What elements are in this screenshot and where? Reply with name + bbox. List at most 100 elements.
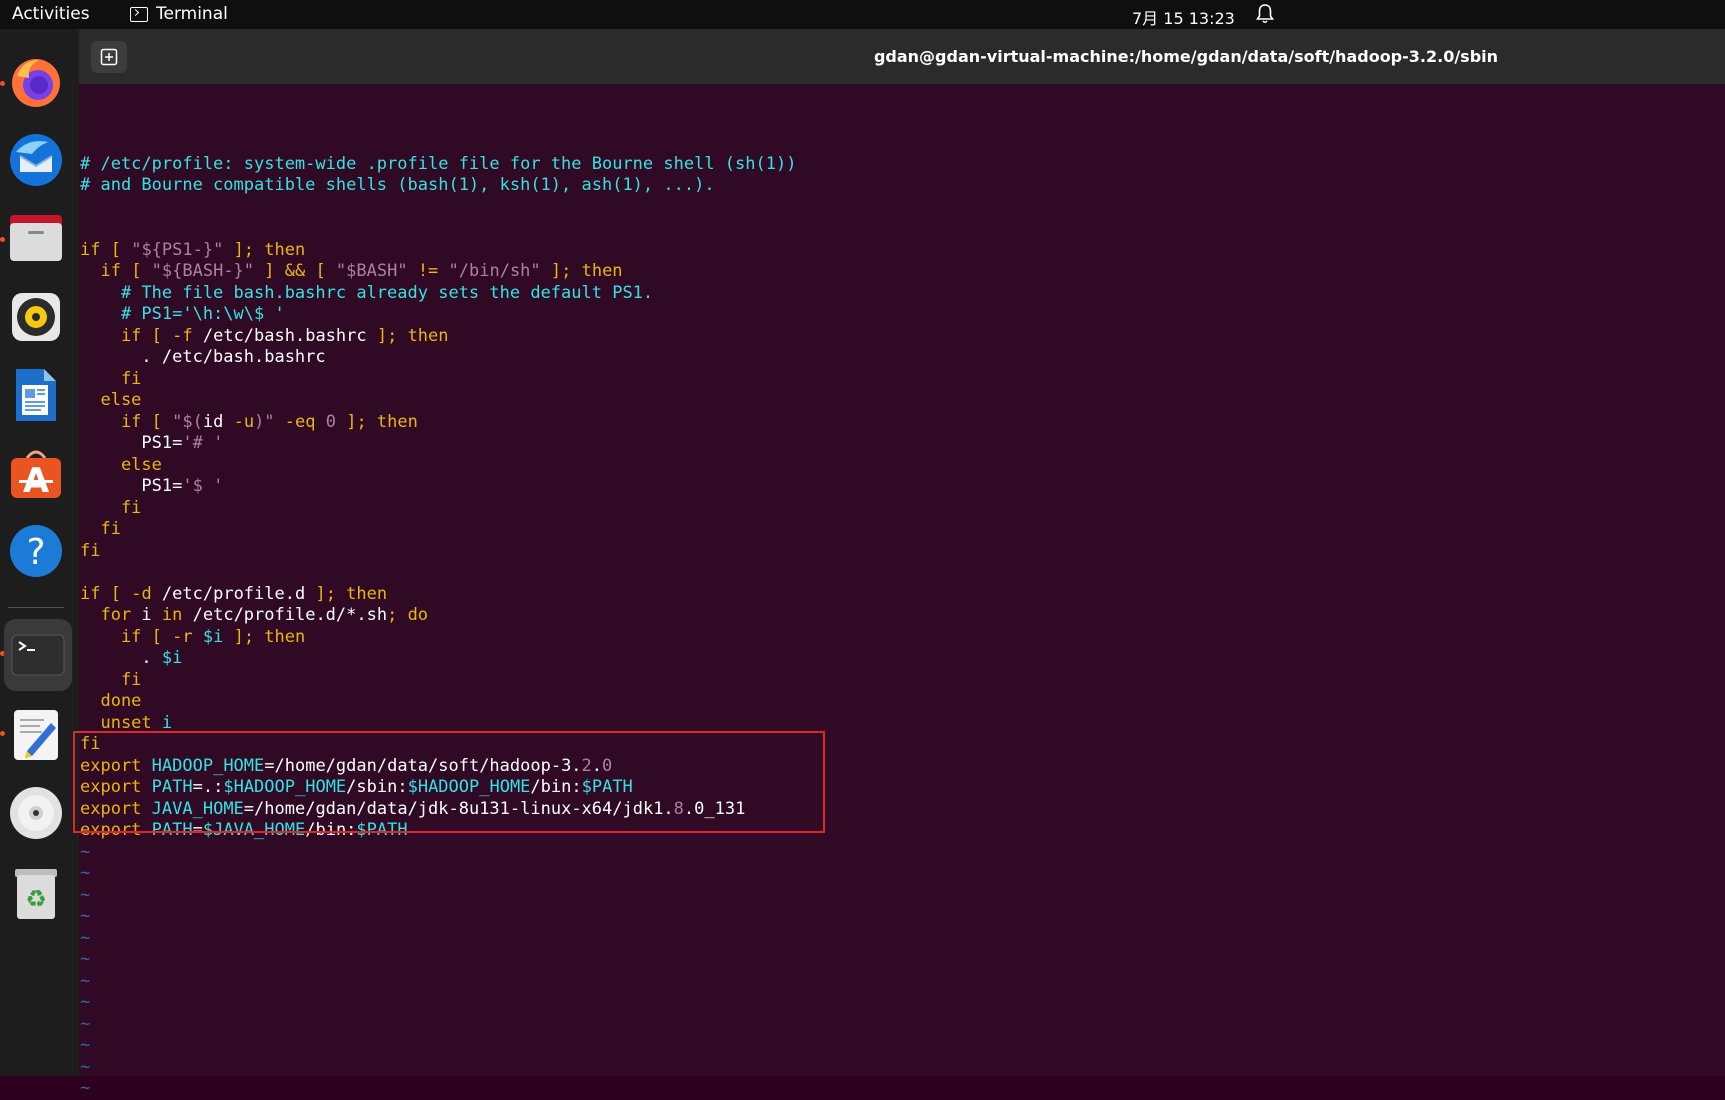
line-token: if	[80, 325, 142, 346]
line-token: export	[80, 798, 142, 819]
line-token: fi	[80, 669, 142, 690]
file-line: ~	[80, 906, 1720, 928]
file-line: ~	[80, 1078, 1720, 1100]
line-token: fi	[80, 734, 101, 754]
line-token: "$(	[172, 411, 203, 432]
line-token: [	[141, 626, 173, 647]
line-token: if	[80, 583, 101, 604]
line-token: else	[80, 454, 162, 475]
music-icon	[12, 293, 60, 341]
file-line: ~	[80, 992, 1720, 1014]
file-line: PS1='# '	[80, 433, 1720, 455]
line-token: )"	[254, 411, 275, 432]
file-line: ~	[80, 928, 1720, 950]
line-token: # The file bash.bashrc already sets the …	[80, 282, 654, 303]
file-line: # and Bourne compatible shells (bash(1),…	[80, 175, 1720, 197]
file-line: export HADOOP_HOME=/home/gdan/data/soft/…	[80, 756, 1720, 778]
dock-item-terminal[interactable]	[4, 619, 72, 691]
line-token: ]; then	[223, 239, 306, 260]
top-bar: Activities Terminal 7月 15 13:23	[0, 0, 1725, 29]
line-token: [	[100, 583, 132, 604]
line-token: $JAVA_HOME	[202, 820, 306, 840]
file-line: if [ "${BASH-}" ] && [ "$BASH" != "/bin/…	[80, 261, 1720, 283]
line-token: JAVA_HOME	[151, 798, 244, 819]
line-token: unset	[80, 712, 152, 733]
file-line: if [ "$(id -u)" -eq 0 ]; then	[80, 412, 1720, 434]
dock-item-thunderbird[interactable]	[8, 132, 64, 188]
line-token: $HADOOP_HOME	[223, 777, 347, 797]
line-token: 8	[673, 798, 684, 819]
line-token: $HADOOP_HOME	[407, 777, 531, 797]
dock-item-files[interactable]	[8, 210, 64, 266]
file-line: fi	[80, 498, 1720, 520]
dock-item-text-editor[interactable]	[8, 707, 64, 763]
line-token: . /etc/bash.bashrc	[80, 347, 326, 367]
line-token	[141, 820, 151, 840]
dock-item-dvd[interactable]	[8, 785, 64, 841]
firefox-icon	[12, 59, 60, 107]
file-line: fi	[80, 369, 1720, 391]
clock[interactable]: 7月 15 13:23	[1132, 5, 1235, 29]
line-token: =/home/gdan/data/jdk-8u131-linux-x64/jdk…	[243, 798, 674, 819]
line-token: $PATH	[356, 820, 408, 840]
line-token: ~	[80, 927, 91, 948]
document-icon	[16, 369, 56, 421]
line-token: HADOOP_HOME	[151, 755, 265, 776]
file-line: # The file bash.bashrc already sets the …	[80, 283, 1720, 305]
editor-icon	[14, 710, 58, 760]
line-token: "$BASH"	[335, 261, 408, 281]
file-line: ~	[80, 885, 1720, 907]
line-token: "${PS1-}"	[131, 239, 224, 260]
line-token: 0	[602, 755, 613, 776]
dock-item-firefox[interactable]	[8, 55, 64, 111]
line-token: .	[591, 755, 603, 776]
svg-text:♻: ♻	[25, 885, 47, 913]
line-token: i	[131, 605, 162, 625]
help-icon: ?	[10, 525, 62, 577]
line-token: export	[80, 777, 142, 797]
dock-item-help[interactable]: ?	[8, 523, 64, 579]
file-line: fi	[80, 734, 1720, 756]
running-indicator	[0, 731, 5, 736]
file-line	[80, 197, 1720, 219]
line-token: id	[202, 411, 224, 432]
file-line: else	[80, 390, 1720, 412]
line-token: ~	[80, 841, 91, 862]
dock-item-rhythmbox[interactable]	[8, 289, 64, 345]
line-token: "${BASH-}"	[151, 261, 255, 281]
line-token: ~	[80, 1035, 91, 1055]
line-token: if	[80, 626, 142, 647]
line-token: PATH	[151, 777, 193, 797]
dock-item-writer[interactable]	[8, 367, 64, 423]
line-token: ~	[80, 1013, 91, 1034]
dock-item-trash[interactable]: ♻	[8, 865, 64, 921]
file-line: fi	[80, 670, 1720, 692]
line-token: ~	[80, 949, 91, 969]
line-token: # /etc/profile: system-wide .profile fil…	[80, 153, 797, 174]
line-token: ] && [	[254, 261, 336, 281]
app-menu-button[interactable]: Terminal	[130, 4, 228, 24]
line-token: /bin:	[530, 777, 582, 797]
line-token: else	[80, 390, 142, 410]
line-token: export	[80, 755, 142, 776]
line-token: fi	[80, 497, 142, 518]
file-line: for i in /etc/profile.d/*.sh; do	[80, 605, 1720, 627]
activities-button[interactable]: Activities	[12, 4, 90, 24]
line-token: ~	[80, 970, 91, 991]
line-token: ]; then	[305, 583, 388, 604]
line-token: "/bin/sh"	[448, 261, 541, 281]
dock-item-app-center[interactable]: A	[8, 445, 64, 501]
file-line: else	[80, 455, 1720, 477]
bell-icon[interactable]	[1255, 3, 1275, 25]
line-token: =.:	[192, 777, 224, 797]
terminal-icon	[11, 634, 65, 676]
line-token: fi	[80, 540, 101, 561]
line-token: PS1=	[80, 476, 183, 496]
line-token: fi	[80, 368, 142, 389]
line-token: -u	[223, 411, 255, 432]
running-indicator	[0, 81, 5, 86]
terminal-content[interactable]: # /etc/profile: system-wide .profile fil…	[73, 89, 1720, 1100]
line-token: =	[192, 820, 203, 840]
file-line: if [ -r $i ]; then	[80, 627, 1720, 649]
line-token: $i	[192, 626, 224, 647]
